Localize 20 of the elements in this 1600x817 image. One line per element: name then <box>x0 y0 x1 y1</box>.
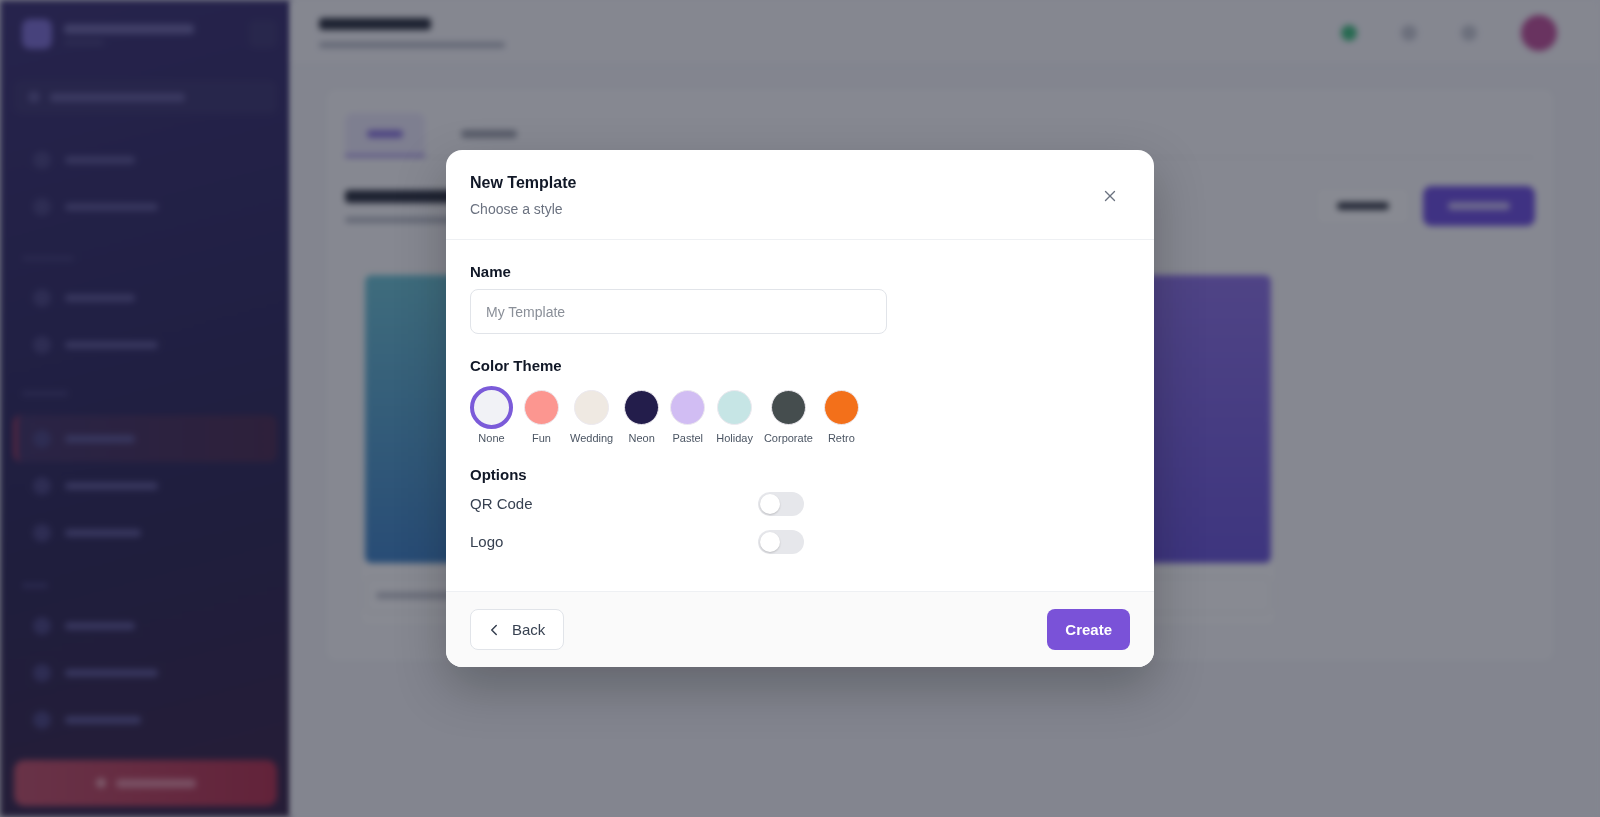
dialog-subtitle: Choose a style <box>470 200 564 219</box>
section-label: Color Theme <box>470 356 563 376</box>
field-label: Name <box>470 262 512 282</box>
toggle-switch[interactable] <box>758 492 804 516</box>
option-label: QR Code <box>470 494 534 514</box>
theme-option[interactable]: None <box>470 386 513 445</box>
section-label: Options <box>470 465 528 485</box>
back-button[interactable]: Back <box>470 609 565 650</box>
theme-option[interactable]: Corporate <box>763 386 813 445</box>
theme-option[interactable]: Retro <box>823 386 859 445</box>
theme-option[interactable]: Holiday <box>716 386 753 445</box>
name-input[interactable]: My Template <box>470 289 887 334</box>
dialog-title: New Template <box>470 173 577 193</box>
toggle-switch[interactable] <box>758 530 804 554</box>
theme-option[interactable]: Fun <box>524 386 559 445</box>
option-label: Logo <box>470 532 505 552</box>
theme-option[interactable]: Wedding <box>570 386 614 445</box>
create-button[interactable]: Create <box>1047 609 1130 650</box>
theme-option[interactable]: Neon <box>624 386 660 445</box>
theme-option[interactable]: Pastel <box>670 386 706 445</box>
